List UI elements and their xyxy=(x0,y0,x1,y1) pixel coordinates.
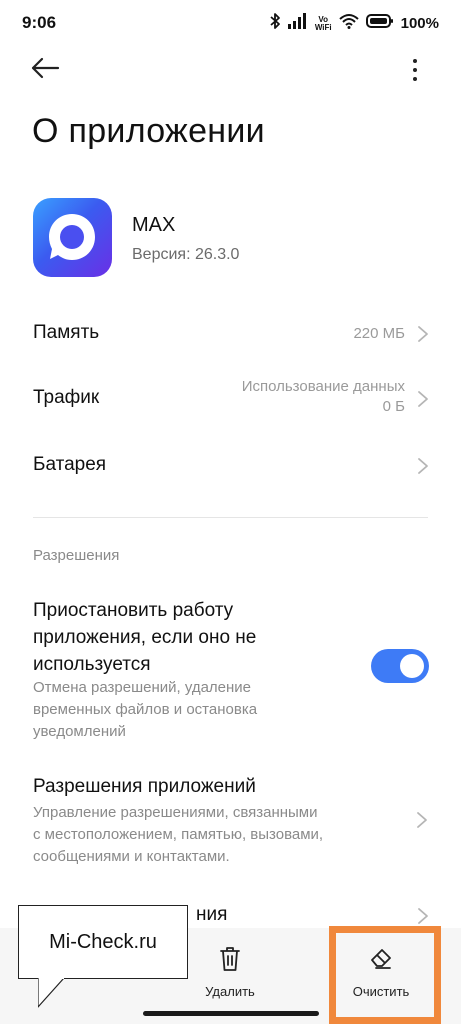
more-vertical-icon xyxy=(413,59,417,63)
traffic-row[interactable]: Трафик Использование данных 0 Б xyxy=(33,377,431,421)
wifi-icon xyxy=(338,13,359,34)
traffic-value-line2: 0 Б xyxy=(382,398,405,415)
signal-icon xyxy=(287,13,308,34)
status-icons: Vo WiFi 100% xyxy=(269,12,439,35)
traffic-label: Трафик xyxy=(33,387,100,408)
vowifi-bottom-text: WiFi xyxy=(314,22,332,32)
memory-label: Память xyxy=(33,322,100,343)
watermark-callout: Mi-Check.ru xyxy=(18,905,188,979)
pause-app-title-line1: Приостановить работу xyxy=(33,600,234,621)
pause-app-title-line3: используется xyxy=(33,654,151,675)
toggle-knob xyxy=(400,654,424,678)
pause-app-desc-line1: Отмена разрешений, удаление xyxy=(33,679,252,696)
app-name: MAX xyxy=(132,214,176,236)
battery-label: Батарея xyxy=(33,454,107,475)
page-title: О приложении xyxy=(32,112,265,150)
chevron-right-icon xyxy=(417,907,429,925)
app-permissions-title[interactable]: Разрешения приложений xyxy=(33,776,256,798)
arrow-left-icon xyxy=(30,57,60,84)
partial-row-text: ния xyxy=(196,904,228,925)
more-options-button[interactable] xyxy=(405,56,425,84)
memory-row[interactable]: Память 220 МБ xyxy=(33,318,431,350)
delete-button[interactable]: Удалить xyxy=(175,940,285,1000)
chevron-right-icon xyxy=(417,457,429,475)
app-permissions-desc-line3: сообщениями и контактами. xyxy=(33,848,230,865)
chevron-right-icon xyxy=(416,811,428,829)
traffic-value-line1: Использование данных xyxy=(241,378,405,395)
app-header: MAX Версия: 26.3.0 xyxy=(33,198,433,278)
pause-app-title-line2: приложения, если оно не xyxy=(33,627,257,648)
battery-percentage: 100% xyxy=(400,15,439,32)
back-button[interactable] xyxy=(30,56,64,84)
clear-button-highlight xyxy=(329,926,441,1024)
callout-tail xyxy=(38,977,65,1008)
app-permissions-desc-line1: Управление разрешениями, связанными xyxy=(33,804,318,821)
trash-icon xyxy=(219,946,241,977)
status-time: 9:06 xyxy=(22,13,57,32)
pause-app-desc-line3: уведомлений xyxy=(33,723,126,740)
app-bar xyxy=(0,50,461,90)
app-permissions-description: Управление разрешениями, связанными с ме… xyxy=(33,802,373,868)
battery-row[interactable]: Батарея xyxy=(33,450,431,482)
app-version: Версия: 26.3.0 xyxy=(132,246,240,263)
pause-app-title[interactable]: Приостановить работу приложения, если он… xyxy=(33,597,353,678)
traffic-value: Использование данных 0 Б xyxy=(242,377,405,417)
delete-label: Удалить xyxy=(205,984,255,999)
divider xyxy=(33,517,428,518)
permissions-section-header: Разрешения xyxy=(33,547,120,564)
pause-app-toggle[interactable] xyxy=(371,649,429,683)
memory-value: 220 МБ xyxy=(353,325,405,342)
app-permissions-desc-line2: с местоположением, памятью, вызовами, xyxy=(33,826,324,843)
home-indicator[interactable] xyxy=(143,1011,319,1016)
pause-app-desc-line2: временных файлов и остановка xyxy=(33,701,258,718)
bluetooth-icon xyxy=(269,12,281,35)
watermark-text: Mi-Check.ru xyxy=(49,931,157,953)
chevron-right-icon xyxy=(417,325,429,343)
status-bar: 9:06 Vo WiFi 100% xyxy=(0,0,461,46)
vowifi-icon: Vo WiFi xyxy=(314,15,332,32)
chevron-right-icon xyxy=(417,390,429,408)
app-logo-icon xyxy=(33,198,112,277)
pause-app-description: Отмена разрешений, удаление временных фа… xyxy=(33,677,353,743)
battery-icon xyxy=(365,14,394,33)
